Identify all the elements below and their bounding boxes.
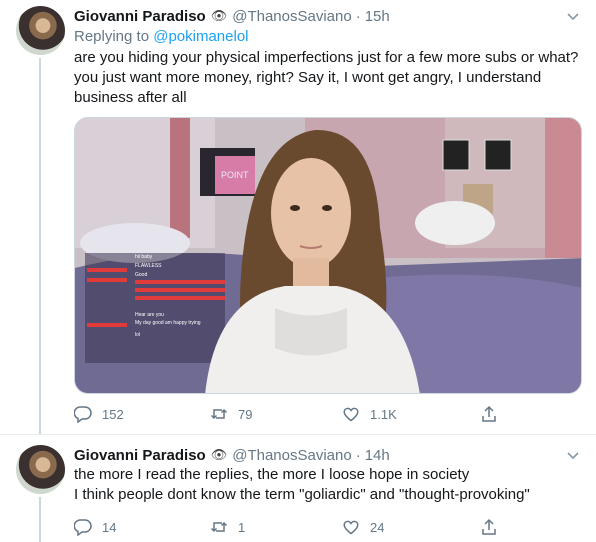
retweet-count: 1: [238, 519, 246, 535]
tweet-text-line: I think people dont know the term "golia…: [74, 486, 530, 503]
timestamp[interactable]: 15h: [365, 8, 390, 25]
tweet-header: Giovanni Paradiso 👁 @ThanosSaviano · 15h: [74, 6, 390, 26]
replying-to: Replying to @pokimanelol: [74, 28, 249, 45]
reply-icon: [74, 406, 92, 423]
chevron-down-icon[interactable]: [566, 9, 580, 23]
chat-line: hii baby: [135, 254, 153, 260]
handle[interactable]: @ThanosSaviano: [232, 8, 351, 25]
share-button[interactable]: [480, 517, 498, 537]
eye-icon: 👁: [210, 447, 228, 462]
reply-button[interactable]: 14: [74, 517, 116, 537]
tweet-text-line: are you hiding your physical imperfectio…: [74, 49, 579, 66]
separator-dot: ·: [355, 7, 361, 25]
avatar[interactable]: [16, 445, 65, 494]
display-name[interactable]: Giovanni Paradiso: [74, 8, 206, 25]
wall-sign: POINT: [221, 170, 249, 180]
share-button[interactable]: [480, 404, 498, 424]
tweet-media-image[interactable]: POINT hii baby FLAWLESS Good Hear are yo…: [74, 117, 582, 394]
tweet-text-line: the more I read the replies, the more I …: [74, 466, 470, 483]
timestamp[interactable]: 14h: [365, 447, 390, 464]
reply-count: 152: [102, 406, 124, 422]
tweet[interactable]: Giovanni Paradiso 👁 @ThanosSaviano · 15h…: [0, 0, 596, 434]
reply-button[interactable]: 152: [74, 404, 124, 424]
display-name[interactable]: Giovanni Paradiso: [74, 447, 206, 464]
chevron-down-icon[interactable]: [566, 448, 580, 462]
tweet-text-line: you just want more money, right? Say it,…: [74, 69, 542, 86]
retweet-count: 79: [238, 406, 253, 422]
like-icon: [343, 407, 359, 422]
tweet-text-line: business after all: [74, 89, 187, 106]
handle[interactable]: @ThanosSaviano: [232, 447, 351, 464]
eye-icon: 👁: [210, 8, 228, 23]
like-icon: [343, 520, 359, 535]
chat-line: lol: [135, 332, 140, 338]
reply-icon: [74, 519, 92, 536]
separator-dot: ·: [355, 446, 361, 464]
retweet-icon: [210, 521, 228, 533]
retweet-button[interactable]: 79: [210, 404, 252, 424]
tweet-text: are you hiding your physical imperfectio…: [74, 48, 584, 108]
mention-link[interactable]: @pokimanelol: [153, 28, 248, 45]
tweet-text: the more I read the replies, the more I …: [74, 465, 584, 505]
chat-line: FLAWLESS: [135, 263, 162, 269]
replying-to-label: Replying to: [74, 28, 154, 45]
like-count: 24: [370, 519, 385, 535]
reply-count: 14: [102, 519, 117, 535]
thread-line: [39, 497, 41, 542]
tweet-header: Giovanni Paradiso 👁 @ThanosSaviano · 14h: [74, 445, 390, 465]
tweet[interactable]: Giovanni Paradiso 👁 @ThanosSaviano · 14h…: [0, 434, 596, 542]
share-icon: [482, 518, 496, 535]
retweet-icon: [210, 408, 228, 420]
like-button[interactable]: 1.1K: [342, 404, 397, 424]
share-icon: [482, 405, 496, 422]
retweet-button[interactable]: 1: [210, 517, 245, 537]
avatar[interactable]: [16, 6, 65, 55]
chat-line: Hear are you: [135, 312, 164, 318]
chat-line: My day good am happy trying: [135, 320, 201, 326]
like-count: 1.1K: [370, 406, 397, 422]
like-button[interactable]: 24: [342, 517, 384, 537]
thread-line: [39, 58, 41, 434]
chat-line: Good: [135, 272, 147, 278]
